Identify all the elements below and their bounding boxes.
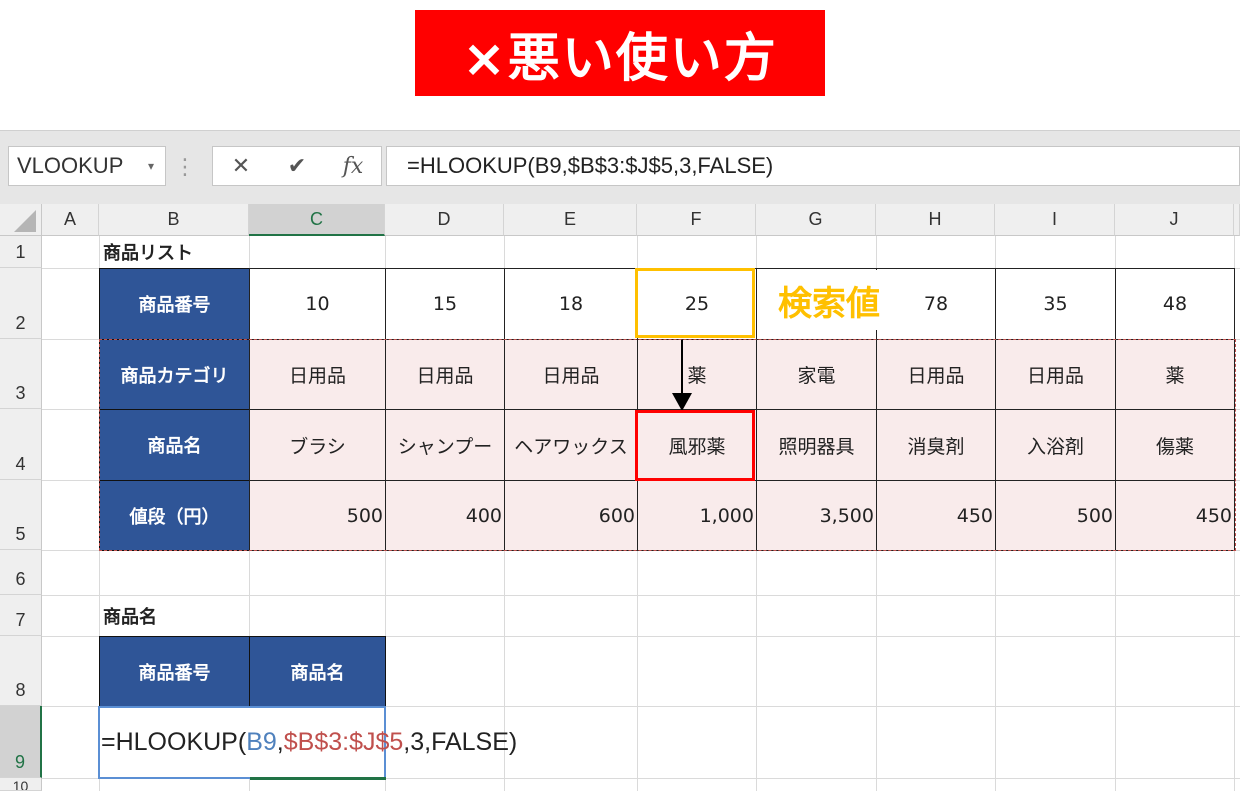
header-product-number[interactable]: 商品番号 xyxy=(99,268,250,340)
cell-d5[interactable]: 400 xyxy=(385,480,505,551)
table1-title[interactable]: 商品リスト xyxy=(99,236,299,268)
formula-sep: , xyxy=(276,727,284,756)
cell-e5[interactable]: 600 xyxy=(504,480,638,551)
cell-d3[interactable]: 日用品 xyxy=(385,339,505,410)
column-header-h[interactable]: H xyxy=(876,204,995,236)
cell-i5[interactable]: 500 xyxy=(995,480,1116,551)
cell-g4[interactable]: 照明器具 xyxy=(756,409,877,481)
column-header-g[interactable]: G xyxy=(756,204,876,236)
column-header-j[interactable]: J xyxy=(1115,204,1234,236)
cell-formula-text[interactable]: =HLOOKUP(B9, $B$3:$J$5,3,FALSE) xyxy=(101,722,517,762)
header-product-category[interactable]: 商品カテゴリ xyxy=(99,339,250,410)
header-product-name[interactable]: 商品名 xyxy=(99,409,250,481)
cell-i4[interactable]: 入浴剤 xyxy=(995,409,1116,481)
cell-j4[interactable]: 傷薬 xyxy=(1115,409,1235,481)
row-header-5[interactable]: 5 xyxy=(0,480,42,550)
cell-e3[interactable]: 日用品 xyxy=(504,339,638,410)
cell-i2[interactable]: 35 xyxy=(995,268,1116,340)
table2-title[interactable]: 商品名 xyxy=(99,595,299,636)
arrow-head-icon xyxy=(672,393,692,411)
cell-j3[interactable]: 薬 xyxy=(1115,339,1235,410)
cell-g3[interactable]: 家電 xyxy=(756,339,877,410)
formula-ref-b9: B9 xyxy=(246,727,277,756)
column-header-b[interactable]: B xyxy=(99,204,249,236)
chevron-down-icon[interactable]: ▾ xyxy=(144,156,158,176)
header2-product-name[interactable]: 商品名 xyxy=(249,636,386,707)
row-header-7[interactable]: 7 xyxy=(0,595,42,636)
row-header-6[interactable]: 6 xyxy=(0,550,42,595)
column-header-i[interactable]: I xyxy=(995,204,1115,236)
title-banner: ×悪い使い方 xyxy=(415,10,825,96)
cell-e4[interactable]: ヘアワックス xyxy=(504,409,638,481)
lookup-value-label: 検索値 xyxy=(758,270,918,330)
row-header-10[interactable]: 10 xyxy=(0,778,42,791)
cell-d4[interactable]: シャンプー xyxy=(385,409,505,481)
formula-ref-range: $B$3:$J$5 xyxy=(283,727,404,756)
active-cell-indicator xyxy=(250,777,386,780)
name-box[interactable]: VLOOKUP xyxy=(8,146,166,186)
row-header-1[interactable]: 1 xyxy=(0,236,42,268)
cell-d2[interactable]: 15 xyxy=(385,268,505,340)
row-header-9[interactable]: 9 xyxy=(0,706,42,778)
column-header-f[interactable]: F xyxy=(637,204,756,236)
formula-suffix: ,3,FALSE) xyxy=(403,727,518,756)
row-header-2[interactable]: 2 xyxy=(0,268,42,339)
cell-i3[interactable]: 日用品 xyxy=(995,339,1116,410)
cell-g5[interactable]: 3,500 xyxy=(756,480,877,551)
formula-controls: ✕ ✔ fx xyxy=(212,146,382,186)
formula-prefix: =HLOOKUP( xyxy=(101,727,247,756)
cell-c3[interactable]: 日用品 xyxy=(249,339,386,410)
insert-function-icon[interactable]: fx xyxy=(333,154,373,179)
cell-f5[interactable]: 1,000 xyxy=(637,480,757,551)
column-header-k[interactable] xyxy=(1234,204,1240,236)
arrow-down-icon xyxy=(681,340,683,396)
column-header-e[interactable]: E xyxy=(504,204,637,236)
enter-icon[interactable]: ✔ xyxy=(277,154,317,179)
cancel-icon[interactable]: ✕ xyxy=(221,154,261,179)
cell-j5[interactable]: 450 xyxy=(1115,480,1235,551)
header2-product-number[interactable]: 商品番号 xyxy=(99,636,250,707)
cell-h5[interactable]: 450 xyxy=(876,480,996,551)
cell-e2[interactable]: 18 xyxy=(504,268,638,340)
cell-c5[interactable]: 500 xyxy=(249,480,386,551)
formula-bar-input[interactable]: =HLOOKUP(B9,$B$3:$J$5,3,FALSE) xyxy=(386,146,1240,186)
column-header-c[interactable]: C xyxy=(249,204,385,236)
cell-f3[interactable]: 薬 xyxy=(637,339,757,410)
row-header-3[interactable]: 3 xyxy=(0,339,42,409)
grip-icon[interactable]: ⋮ xyxy=(174,150,196,184)
column-header-d[interactable]: D xyxy=(385,204,504,236)
cell-h3[interactable]: 日用品 xyxy=(876,339,996,410)
cell-j2[interactable]: 48 xyxy=(1115,268,1235,340)
column-header-a[interactable]: A xyxy=(42,204,99,236)
header-price[interactable]: 値段（円） xyxy=(99,480,250,551)
select-all-icon[interactable] xyxy=(14,210,36,232)
cell-h4[interactable]: 消臭剤 xyxy=(876,409,996,481)
result-highlight xyxy=(635,410,755,481)
cell-c2[interactable]: 10 xyxy=(249,268,386,340)
row-header-4[interactable]: 4 xyxy=(0,409,42,480)
lookup-value-highlight xyxy=(635,268,755,338)
row-header-8[interactable]: 8 xyxy=(0,636,42,706)
cell-c4[interactable]: ブラシ xyxy=(249,409,386,481)
